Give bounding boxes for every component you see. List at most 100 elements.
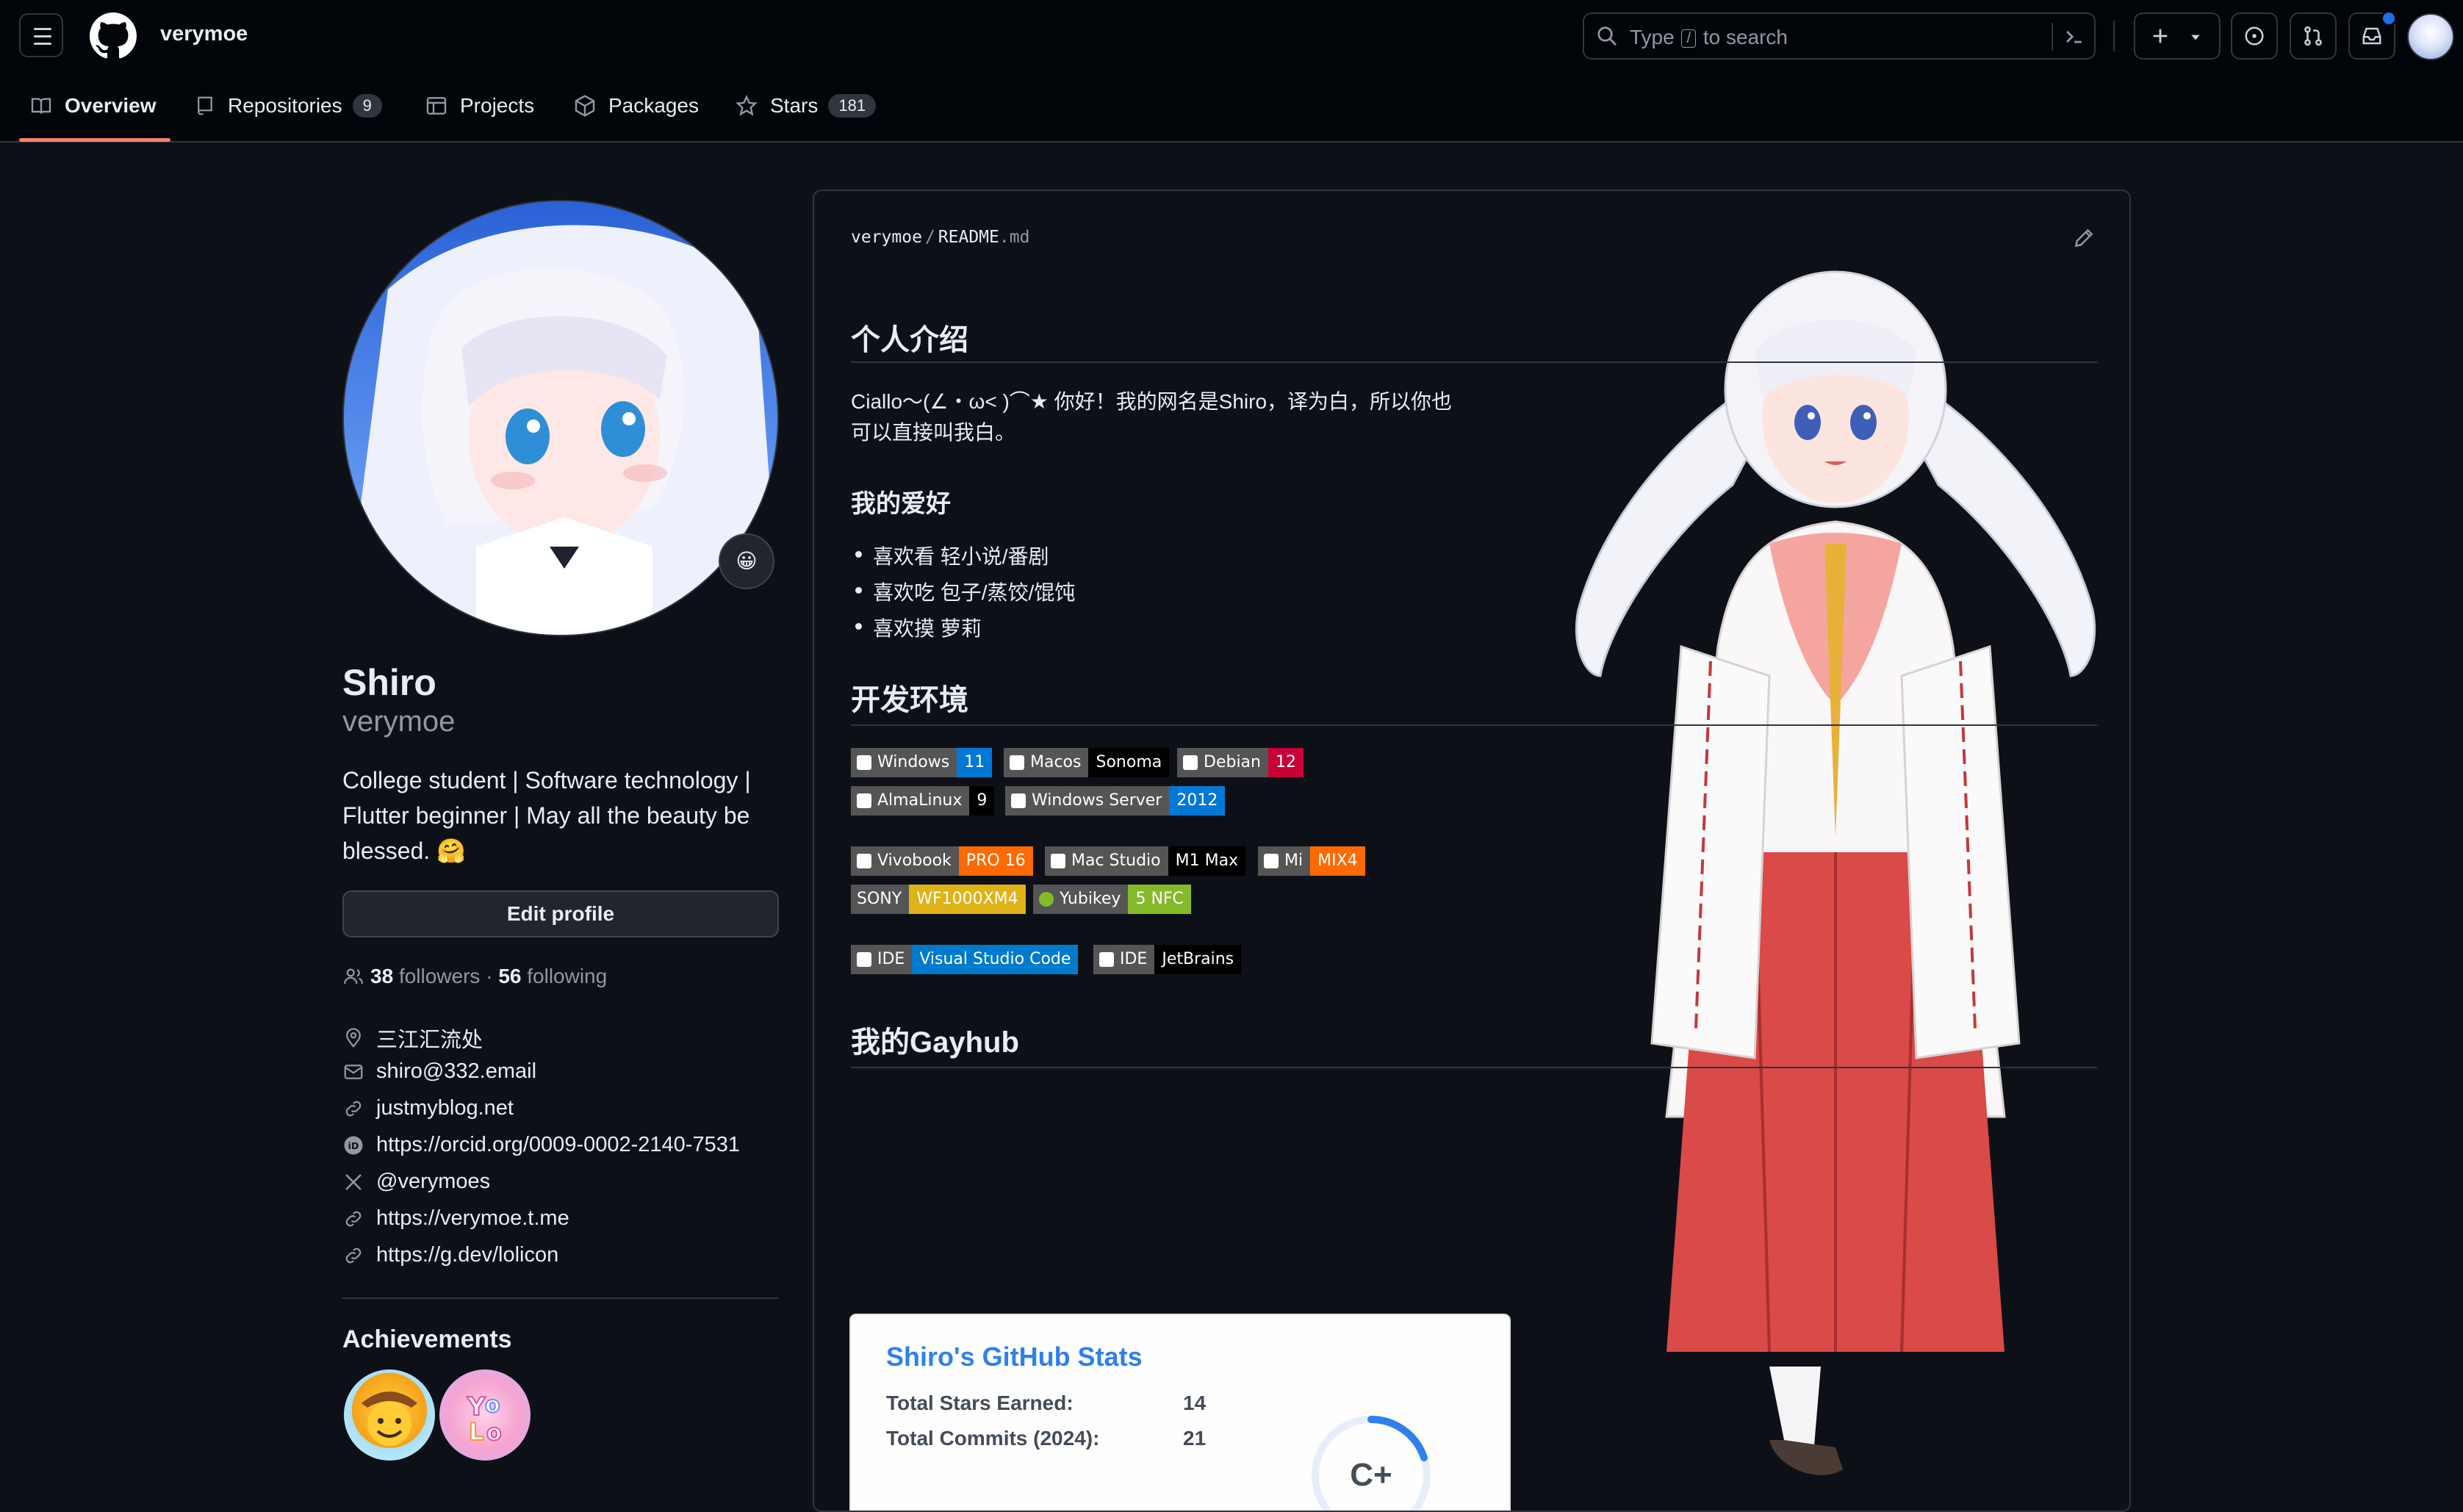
heading-rule (851, 1067, 2097, 1068)
mascot-illustration (1575, 270, 2096, 1475)
windows-icon (1011, 793, 1026, 808)
shield-value: 12 (1268, 748, 1304, 777)
table-icon (426, 97, 447, 115)
profile-name: Shiro (342, 662, 436, 703)
location-icon (346, 1028, 361, 1048)
mac-studio-badge[interactable]: Mac Studio M1 Max (1045, 846, 1246, 876)
mail-icon (344, 1064, 363, 1079)
set-status-button[interactable]: 😀 (719, 533, 774, 589)
global-header: verymoe Type / to search (0, 0, 2463, 73)
tab-packages-label: Packages (608, 94, 699, 117)
following-link[interactable]: 56 following (498, 965, 607, 988)
link-icon (345, 1248, 362, 1263)
package-icon (575, 95, 595, 117)
github-stats-card: Shiro's GitHub Stats Total Stars Earned:… (849, 1314, 1511, 1511)
vcard-blog[interactable]: justmyblog.net (342, 1096, 514, 1120)
tab-count: 9 (352, 94, 382, 118)
link-icon (345, 1101, 362, 1116)
sony-badge[interactable]: SONY WF1000XM4 (851, 885, 1026, 914)
pull-request-icon (2304, 26, 2322, 46)
readme-owner-link[interactable]: verymoe (851, 228, 922, 247)
inbox-icon (2362, 27, 2381, 45)
heading-hobby: 我的爱好 (851, 490, 951, 518)
menu-button[interactable] (19, 13, 63, 57)
tab-projects-label: Projects (460, 94, 535, 117)
github-logo-icon[interactable] (90, 12, 137, 60)
tab-overview-label: Overview (65, 94, 157, 117)
svg-text:L: L (469, 1418, 483, 1446)
edit-profile-button[interactable]: Edit profile (342, 890, 779, 937)
heading-env: 开发环境 (851, 684, 968, 716)
debian-12-badge[interactable]: Debian 12 (1177, 748, 1304, 777)
shield-value: 5 NFC (1128, 885, 1191, 914)
macos-sonoma-badge[interactable]: Macos Sonoma (1004, 748, 1170, 777)
search-input[interactable]: Type / to search (1583, 12, 2096, 60)
tab-repositories-label: Repositories (228, 94, 342, 117)
tab-stars[interactable]: Stars 181 (735, 94, 877, 118)
context-username[interactable]: verymoe (160, 22, 248, 46)
vcard-orcid[interactable]: iD https://orcid.org/0009-0002-2140-7531 (342, 1133, 740, 1157)
xiaomi-icon (1264, 854, 1279, 868)
command-palette-icon[interactable] (2062, 24, 2087, 49)
heading-gayhub: 我的Gayhub (851, 1026, 1019, 1059)
yolo-achievement-badge[interactable]: YoLo (439, 1369, 531, 1461)
ide-vscode-badge[interactable]: IDE Visual Studio Code (851, 945, 1079, 974)
orcid-icon: iD (344, 1136, 363, 1154)
tab-projects[interactable]: Projects (425, 94, 534, 118)
vcard-telegram[interactable]: https://verymoe.t.me (342, 1206, 569, 1231)
book-icon (31, 98, 51, 114)
almalinux-9-badge[interactable]: AlmaLinux 9 (851, 786, 995, 816)
stats-row-label: Total Stars Earned: (886, 1392, 1074, 1414)
debian-icon (1183, 755, 1198, 770)
mi-mix4-badge[interactable]: Mi MIX4 (1258, 846, 1365, 876)
hobby-item: 喜欢看 轻小说/番剧 (855, 541, 1049, 570)
edit-readme-pencil-icon[interactable] (2072, 226, 2096, 250)
cowboy-icon (362, 1392, 417, 1446)
profile-avatar[interactable] (342, 200, 779, 636)
vcard-gdev[interactable]: https://g.dev/lolicon (342, 1243, 558, 1267)
windows-icon (857, 755, 871, 770)
tab-packages[interactable]: Packages (573, 94, 699, 118)
tab-repositories[interactable]: Repositories 9 (194, 94, 382, 118)
heading-intro: 个人介绍 (851, 324, 968, 356)
user-avatar[interactable] (2407, 13, 2454, 60)
shield-value: 9 (969, 786, 995, 816)
readme-breadcrumb: verymoe / README.md (851, 228, 1030, 247)
achievements-title: Achievements (342, 1325, 512, 1353)
ide-jetbrains-badge[interactable]: IDE JetBrains (1093, 945, 1242, 974)
almalinux-icon (857, 793, 871, 808)
tab-overview[interactable]: Overview (29, 94, 157, 118)
followers-link[interactable]: 38 followers (370, 965, 480, 988)
issues-button[interactable] (2231, 12, 2278, 60)
windows-11-badge[interactable]: Windows 11 (851, 748, 993, 777)
search-placeholder: Type / to search (1630, 26, 1788, 48)
profile-bio: College student | Software technology | … (342, 767, 751, 864)
issue-icon (2245, 26, 2264, 46)
tab-count: 181 (828, 94, 877, 118)
shield-value: 2012 (1169, 786, 1226, 816)
pull-requests-button[interactable] (2290, 12, 2337, 60)
windows-server-badge[interactable]: Windows Server 2012 (1005, 786, 1226, 816)
vcard-email[interactable]: shiro@332.email (342, 1059, 536, 1084)
shield-value: M1 Max (1168, 846, 1246, 876)
plus-icon (2153, 29, 2168, 43)
yubikey-badge[interactable]: Yubikey 5 NFC (1033, 885, 1191, 914)
jetbrains-icon (1099, 952, 1114, 967)
avatar-illustration (344, 201, 777, 635)
repo-icon (198, 96, 212, 115)
stats-row-value: 14 (1183, 1392, 1207, 1414)
hobby-item: 喜欢吃 包子/蒸饺/馄饨 (855, 577, 1075, 606)
search-icon (1597, 26, 1617, 46)
cowboy-achievement-badge[interactable] (344, 1369, 435, 1461)
svg-text:Y: Y (467, 1392, 486, 1422)
intro-paragraph: Ciallo～(∠・ω< )⌒★ 你好！我的网名是Shiro，译为白，所以你也 … (851, 390, 1453, 444)
stats-row-label: Total Commits (2024): (886, 1427, 1100, 1450)
notification-indicator (2381, 10, 2397, 26)
vivobook-badge[interactable]: Vivobook PRO 16 (851, 846, 1033, 876)
sidebar-divider (342, 1297, 779, 1299)
readme-file-link[interactable]: README (938, 228, 999, 247)
create-new-button[interactable] (2134, 12, 2221, 60)
vcard-x[interactable]: @verymoes (342, 1170, 490, 1194)
active-tab-indicator (19, 138, 170, 142)
shield-value: Visual Studio Code (912, 945, 1079, 974)
